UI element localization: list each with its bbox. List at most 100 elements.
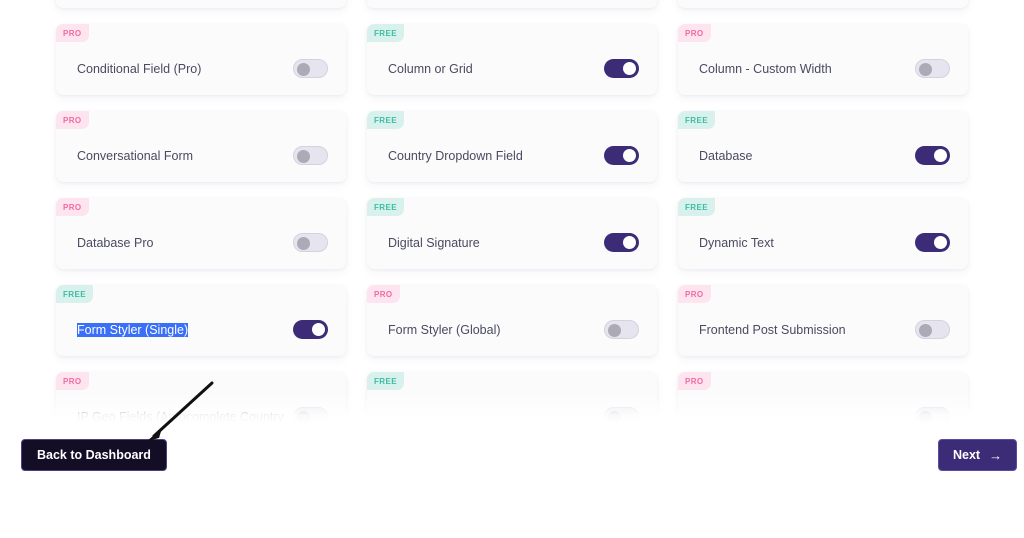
free-badge: FREE <box>56 285 93 303</box>
free-badge: FREE <box>367 111 404 129</box>
back-to-dashboard-button[interactable]: Back to Dashboard <box>21 439 167 471</box>
module-card-body: Digital Signature <box>367 216 657 269</box>
module-card[interactable]: FREE Form Styler (Single) <box>56 285 346 356</box>
module-card[interactable] <box>367 0 657 8</box>
module-name-label: Country Dropdown Field <box>388 148 523 163</box>
next-button-label: Next <box>953 448 981 462</box>
module-card[interactable] <box>678 0 968 8</box>
module-name-label: Frontend Post Submission <box>699 322 846 337</box>
module-card[interactable]: PRO <box>678 372 968 424</box>
toggle-knob <box>934 149 947 162</box>
module-name-label: Conditional Field (Pro) <box>77 61 202 76</box>
free-badge: FREE <box>367 372 404 390</box>
next-button[interactable]: Next → <box>938 439 1018 471</box>
module-card-body: Database Pro <box>56 216 346 269</box>
module-card[interactable]: PRO IP Geo Fields (Autocomplete Country <box>56 372 346 424</box>
module-toggle-switch[interactable] <box>604 320 639 339</box>
module-card-body: Conversational Form <box>56 129 346 182</box>
module-toggle-switch[interactable] <box>915 59 950 78</box>
module-toggle-switch[interactable] <box>293 146 328 165</box>
module-card[interactable]: PRO Frontend Post Submission <box>678 285 968 356</box>
module-toggle-switch[interactable] <box>604 407 639 424</box>
free-badge: FREE <box>678 111 715 129</box>
arrow-right-icon: → <box>989 447 1003 463</box>
footer-bar: Back to Dashboard Next → <box>0 424 1024 538</box>
toggle-knob <box>608 411 621 424</box>
toggle-knob <box>312 323 325 336</box>
module-card[interactable]: FREE Digital Signature <box>367 198 657 269</box>
free-badge: FREE <box>367 198 404 216</box>
module-card[interactable]: PRO Conversational Form <box>56 111 346 182</box>
module-card-body: Column or Grid <box>367 42 657 95</box>
module-toggle-switch[interactable] <box>293 320 328 339</box>
toggle-knob <box>623 236 636 249</box>
toggle-knob <box>297 63 310 76</box>
module-toggle-switch[interactable] <box>293 59 328 78</box>
module-card[interactable]: FREE <box>367 372 657 424</box>
toggle-knob <box>919 411 932 424</box>
module-card[interactable]: FREE Dynamic Text <box>678 198 968 269</box>
toggle-knob <box>297 237 310 250</box>
module-card[interactable] <box>56 0 346 8</box>
module-name-label: Database Pro <box>77 235 154 250</box>
toggle-knob <box>297 411 310 424</box>
free-badge: FREE <box>678 198 715 216</box>
module-card-body: Database <box>678 129 968 182</box>
module-name-label: Column - Custom Width <box>699 61 832 76</box>
pro-badge: PRO <box>56 111 89 129</box>
module-selection-screen: PRO Conditional Field (Pro) FREE Column or … <box>0 0 1024 538</box>
pro-badge: PRO <box>56 24 89 42</box>
pro-badge: PRO <box>678 285 711 303</box>
pro-badge: PRO <box>56 198 89 216</box>
module-toggle-switch[interactable] <box>604 146 639 165</box>
module-toggle-switch[interactable] <box>915 146 950 165</box>
module-card-body: Form Styler (Global) <box>367 303 657 356</box>
toggle-knob <box>623 149 636 162</box>
module-name-label: Form Styler (Single) <box>77 322 189 337</box>
modules-card-grid: PRO Conditional Field (Pro) FREE Column or … <box>56 0 968 424</box>
toggle-knob <box>623 62 636 75</box>
module-name-label: Dynamic Text <box>699 235 774 250</box>
module-name-label: Form Styler (Global) <box>388 322 501 337</box>
module-toggle-switch[interactable] <box>293 233 328 252</box>
module-toggle-switch[interactable] <box>915 320 950 339</box>
module-card[interactable]: FREE Country Dropdown Field <box>367 111 657 182</box>
module-name-label: Column or Grid <box>388 61 473 76</box>
module-card-body <box>678 0 968 8</box>
module-card-body: Frontend Post Submission <box>678 303 968 356</box>
module-card-body: Conditional Field (Pro) <box>56 42 346 95</box>
module-card[interactable]: PRO Conditional Field (Pro) <box>56 24 346 95</box>
module-card-body: Column - Custom Width <box>678 42 968 95</box>
module-card-body: Dynamic Text <box>678 216 968 269</box>
toggle-knob <box>934 236 947 249</box>
back-to-dashboard-label: Back to Dashboard <box>37 448 151 462</box>
module-card[interactable]: FREE Database <box>678 111 968 182</box>
module-card-body <box>56 0 346 8</box>
modules-scroll-viewport[interactable]: PRO Conditional Field (Pro) FREE Column or … <box>0 0 1024 424</box>
toggle-knob <box>608 324 621 337</box>
module-card[interactable]: PRO Database Pro <box>56 198 346 269</box>
module-name-label: IP Geo Fields (Autocomplete Country <box>77 409 284 424</box>
toggle-knob <box>297 150 310 163</box>
module-toggle-switch[interactable] <box>915 233 950 252</box>
module-toggle-switch[interactable] <box>915 407 950 424</box>
module-name-label: Digital Signature <box>388 235 480 250</box>
module-name-label: Conversational Form <box>77 148 194 163</box>
toggle-knob <box>919 63 932 76</box>
module-card[interactable]: PRO Form Styler (Global) <box>367 285 657 356</box>
module-card-body <box>367 0 657 8</box>
module-name-label: Database <box>699 148 753 163</box>
pro-badge: PRO <box>678 372 711 390</box>
module-toggle-switch[interactable] <box>604 233 639 252</box>
module-card-body <box>678 390 968 424</box>
module-toggle-switch[interactable] <box>293 407 328 424</box>
toggle-knob <box>919 324 932 337</box>
module-card-body <box>367 390 657 424</box>
module-card-body: IP Geo Fields (Autocomplete Country <box>56 390 346 424</box>
module-card[interactable]: PRO Column - Custom Width <box>678 24 968 95</box>
module-card[interactable]: FREE Column or Grid <box>367 24 657 95</box>
module-toggle-switch[interactable] <box>604 59 639 78</box>
pro-badge: PRO <box>678 24 711 42</box>
module-card-body: Country Dropdown Field <box>367 129 657 182</box>
module-card-body: Form Styler (Single) <box>56 303 346 356</box>
